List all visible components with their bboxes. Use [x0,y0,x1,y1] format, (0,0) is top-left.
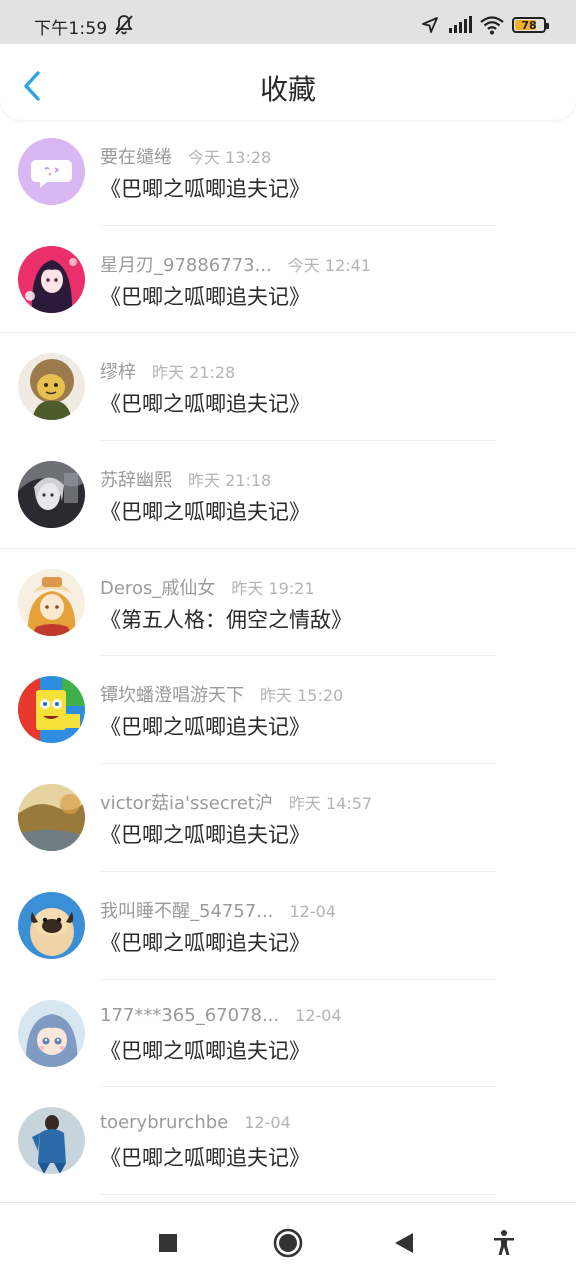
list-item[interactable]: Deros_戚仙女 昨天 19:21 《第五人格：佣空之情敌》 [0,549,576,657]
item-time: 12-04 [244,1113,291,1133]
recent-apps-icon [159,1234,177,1252]
wifi-icon [480,16,504,35]
autumn-landscape-avatar[interactable] [18,784,85,852]
user-name[interactable]: toerybrurchbe [100,1112,228,1133]
item-time: 12-04 [289,901,336,921]
item-time: 今天 12:41 [287,255,371,275]
back-nav-button[interactable] [386,1225,422,1261]
page-title: 收藏 [259,73,316,106]
grey-sketch-avatar[interactable] [18,461,85,529]
story-title[interactable]: 《巴唧之呱唧追夫记》 [100,1142,310,1172]
item-time: 昨天 15:20 [260,686,344,706]
home-icon [273,1228,303,1258]
story-title[interactable]: 《巴唧之呱唧追夫记》 [100,496,310,526]
item-time: 今天 13:28 [188,148,272,167]
location-arrow-icon [422,17,438,33]
user-name[interactable]: 星月刃_97886773... [100,251,272,277]
chibi-girl-avatar[interactable] [18,999,85,1067]
item-time: 昨天 19:21 [231,578,315,598]
battery-icon: 78 [512,17,549,33]
story-title[interactable]: 《巴唧之呱唧追夫记》 [100,173,310,203]
recent-apps-button[interactable] [150,1225,186,1261]
story-title[interactable]: 《巴唧之呱唧追夫记》 [100,388,310,418]
list-item[interactable]: 我叫睡不醒_54757... 12-04 《巴唧之呱唧追夫记》 [0,872,576,980]
user-name[interactable]: 要在缱绻 [100,143,172,169]
mute-bell-icon [115,15,133,35]
story-title[interactable]: 《巴唧之呱唧追夫记》 [100,927,310,957]
battery-level: 78 [521,18,537,32]
system-nav-bar [0,1202,576,1280]
story-title[interactable]: 《第五人格：佣空之情敌》 [100,604,352,634]
list-item[interactable]: 苏辞幽熙 昨天 21:18 《巴唧之呱唧追夫记》 [0,441,576,549]
green-character-avatar[interactable] [18,353,85,421]
blue-outfit-avatar[interactable] [18,1107,85,1175]
item-time: 昨天 21:28 [152,363,236,383]
list-item[interactable]: toerybrurchbe 12-04 《巴唧之呱唧追夫记》 [0,1087,576,1195]
user-name[interactable]: victor菇ia'ssecret沪 [100,789,273,815]
accessibility-icon [494,1230,514,1255]
story-title[interactable]: 《巴唧之呱唧追夫记》 [100,1035,310,1065]
user-name[interactable]: 缪梓 [100,358,136,384]
list-item[interactable]: 要在缱绻 今天 13:28 《巴唧之呱唧追夫记》 [0,118,576,226]
list-item[interactable]: 缪梓 昨天 21:28 《巴唧之呱唧追夫记》 [0,333,576,442]
chat-bubble-avatar[interactable] [18,138,85,205]
hat-girl-avatar[interactable] [18,568,85,636]
story-title[interactable]: 《巴唧之呱唧追夫记》 [100,281,310,311]
item-time: 12-04 [295,1005,342,1025]
status-time: 下午1:59 [34,19,108,39]
user-name[interactable]: Deros_戚仙女 [100,574,215,600]
accessibility-button[interactable] [486,1225,522,1261]
item-time: 昨天 21:18 [188,471,272,491]
sponge-cartoon-avatar[interactable] [18,676,85,744]
anime-girl-avatar[interactable] [18,245,85,313]
user-name[interactable]: 镡坎蟠澄唱游天下 [100,681,244,707]
pug-dog-avatar[interactable] [18,891,85,959]
list-item[interactable]: 177***365_67078... 12-04 《巴唧之呱唧追夫记》 [0,980,576,1088]
home-button[interactable] [270,1225,306,1261]
story-title[interactable]: 《巴唧之呱唧追夫记》 [100,819,310,849]
status-icons: 78 [420,14,549,36]
list-item[interactable]: 镡坎蟠澄唱游天下 昨天 15:20 《巴唧之呱唧追夫记》 [0,656,576,765]
user-name[interactable]: 我叫睡不醒_54757... [100,897,273,923]
user-name[interactable]: 苏辞幽熙 [100,466,172,492]
user-name[interactable]: 177***365_67078... [100,1005,279,1026]
item-time: 昨天 14:57 [288,794,373,814]
signal-icon [449,16,472,33]
status-bar: 下午1:59 78 [0,0,576,44]
title-bar: 收藏 [0,44,576,120]
list-item[interactable]: 星月刃_97886773... 今天 12:41 《巴唧之呱唧追夫记》 [0,226,576,334]
back-triangle-icon [395,1233,413,1253]
list-item[interactable]: victor菇ia'ssecret沪 昨天 14:57 《巴唧之呱唧追夫记》 [0,764,576,872]
favorites-list: 要在缱绻 今天 13:28 《巴唧之呱唧追夫记》 星月刃_97886773...… [0,118,576,1195]
story-title[interactable]: 《巴唧之呱唧追夫记》 [100,711,310,741]
